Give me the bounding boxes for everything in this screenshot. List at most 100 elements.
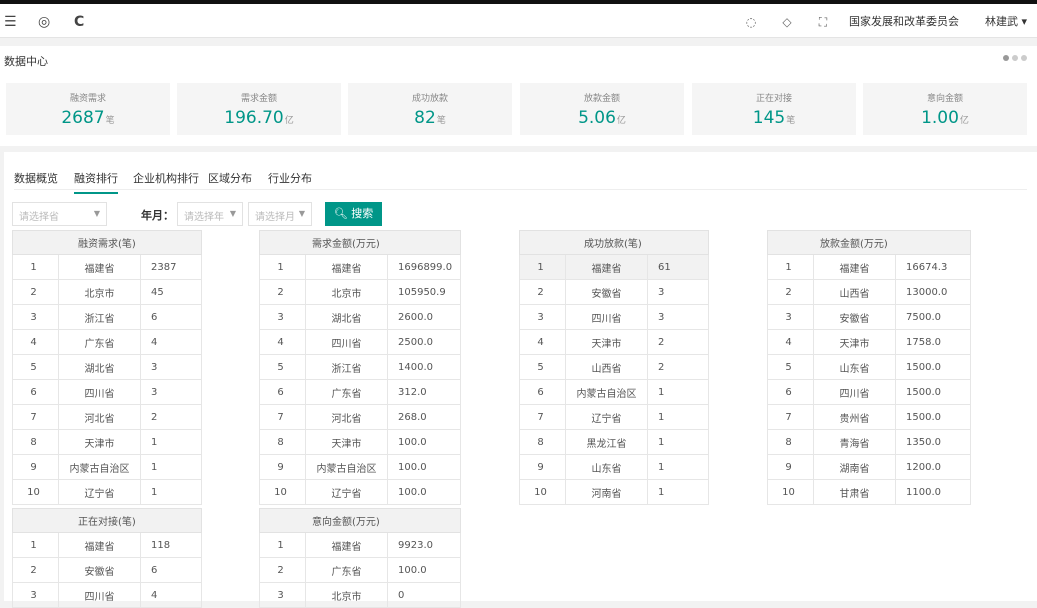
table-row[interactable]: 9 山东省 1 [519,454,709,480]
fullscreen-icon[interactable]: ⛶ [805,12,841,32]
table-row[interactable]: 1 福建省 61 [519,254,709,280]
refresh-icon[interactable]: C [74,12,84,32]
table-row[interactable]: 8 青海省 1350.0 [767,429,971,455]
table-row[interactable]: 3 湖北省 2600.0 [259,304,461,330]
table-row[interactable]: 7 辽宁省 1 [519,404,709,430]
region-cell: 广东省 [305,379,388,405]
region-cell: 内蒙古自治区 [58,454,141,480]
rank-cell: 4 [12,329,59,355]
table-row[interactable]: 6 四川省 1500.0 [767,379,971,405]
table-row[interactable]: 5 湖北省 3 [12,354,202,380]
table-header: 成功放款(笔) [519,230,709,255]
table-row[interactable]: 5 山西省 2 [519,354,709,380]
value-cell: 1 [647,454,709,480]
tag-icon[interactable]: ◇ [769,12,805,32]
table-row[interactable]: 10 甘肃省 1100.0 [767,479,971,505]
region-cell: 福建省 [58,254,141,280]
value-cell: 2 [647,354,709,380]
table-row[interactable]: 1 福建省 118 [12,532,202,558]
region-cell: 北京市 [305,279,388,305]
value-cell: 1 [140,479,202,505]
tab-enterprise-ranking[interactable]: 企业机构排行 [133,170,199,192]
region-cell: 黑龙江省 [565,429,648,455]
user-menu[interactable]: 林建武 ▾ [985,12,1027,32]
table-row[interactable]: 7 贵州省 1500.0 [767,404,971,430]
table-row[interactable]: 7 河北省 268.0 [259,404,461,430]
tab-financing-ranking[interactable]: 融资排行 [74,170,118,194]
table-row[interactable]: 8 黑龙江省 1 [519,429,709,455]
table-row[interactable]: 4 天津市 1758.0 [767,329,971,355]
table-row[interactable]: 6 内蒙古自治区 1 [519,379,709,405]
table-row[interactable]: 3 浙江省 6 [12,304,202,330]
search-button[interactable]: 🔍︎ 搜索 [325,202,382,226]
region-cell: 安徽省 [58,557,141,583]
value-cell: 1350.0 [895,429,971,455]
table-row[interactable]: 7 河北省 2 [12,404,202,430]
globe-icon[interactable]: ◎ [38,12,50,32]
region-cell: 福建省 [305,532,388,558]
region-cell: 河南省 [565,479,648,505]
region-cell: 安徽省 [565,279,648,305]
table-body: 1 福建省 16674.3 2 山西省 13000.0 3 安徽省 7500.0 4 天津市 1758… [767,254,971,505]
table-row[interactable]: 3 四川省 4 [12,582,202,608]
region-cell: 四川省 [813,379,896,405]
stat-card: 正在对接 145笔 [692,83,856,135]
table-body: 1 福建省 1696899.0 2 北京市 105950.9 3 湖北省 2600.0 4 四川省 2… [259,254,461,505]
table-row[interactable]: 3 北京市 0 [259,582,461,608]
table-row[interactable]: 10 河南省 1 [519,479,709,505]
menu-icon[interactable]: ☰ [4,12,17,32]
table-row[interactable]: 2 广东省 100.0 [259,557,461,583]
table-row[interactable]: 9 内蒙古自治区 100.0 [259,454,461,480]
stat-card: 需求金额 196.70亿 [177,83,341,135]
organization-name[interactable]: 国家发展和改革委员会 [849,12,959,32]
table-row[interactable]: 1 福建省 16674.3 [767,254,971,280]
tab-region[interactable]: 区域分布 [208,170,252,192]
region-cell: 广东省 [305,557,388,583]
table-row[interactable]: 10 辽宁省 100.0 [259,479,461,505]
year-select[interactable]: 请选择年 ▼ [177,202,243,226]
table-row[interactable]: 5 山东省 1500.0 [767,354,971,380]
table-row[interactable]: 2 北京市 45 [12,279,202,305]
table-row[interactable]: 9 内蒙古自治区 1 [12,454,202,480]
table-row[interactable]: 1 福建省 1696899.0 [259,254,461,280]
table-row[interactable]: 10 辽宁省 1 [12,479,202,505]
stat-label: 意向金额 [926,94,963,104]
rank-cell: 1 [12,254,59,280]
table-row[interactable]: 4 四川省 2500.0 [259,329,461,355]
table-body: 1 福建省 9923.0 2 广东省 100.0 3 北京市 0 [259,532,461,608]
table-row[interactable]: 5 浙江省 1400.0 [259,354,461,380]
table-row[interactable]: 3 安徽省 7500.0 [767,304,971,330]
value-cell: 2 [647,329,709,355]
region-cell: 湖北省 [58,354,141,380]
table-row[interactable]: 6 广东省 312.0 [259,379,461,405]
rank-cell: 2 [12,279,59,305]
value-cell: 4 [140,582,202,608]
value-cell: 100.0 [387,454,461,480]
table-row[interactable]: 3 四川省 3 [519,304,709,330]
tab-overview[interactable]: 数据概览 [14,170,58,192]
palette-icon[interactable]: ◌ [733,12,769,32]
table-row[interactable]: 2 山西省 13000.0 [767,279,971,305]
table-row[interactable]: 8 天津市 1 [12,429,202,455]
month-select[interactable]: 请选择月 ▼ [248,202,312,226]
page-title[interactable]: 数据中心 [4,53,48,69]
table-row[interactable]: 8 天津市 100.0 [259,429,461,455]
table-row[interactable]: 9 湖南省 1200.0 [767,454,971,480]
rank-cell: 8 [12,429,59,455]
region-cell: 四川省 [565,304,648,330]
province-select[interactable]: 请选择省 ▼ [12,202,107,226]
table-row[interactable]: 4 广东省 4 [12,329,202,355]
tab-industry[interactable]: 行业分布 [268,170,312,192]
table-row[interactable]: 4 天津市 2 [519,329,709,355]
region-cell: 安徽省 [813,304,896,330]
table-row[interactable]: 1 福建省 2387 [12,254,202,280]
pager-dots[interactable] [1003,55,1027,61]
table-row[interactable]: 6 四川省 3 [12,379,202,405]
rank-cell: 4 [767,329,814,355]
rank-cell: 10 [12,479,59,505]
value-cell: 100.0 [387,479,461,505]
table-row[interactable]: 2 北京市 105950.9 [259,279,461,305]
table-row[interactable]: 1 福建省 9923.0 [259,532,461,558]
table-row[interactable]: 2 安徽省 6 [12,557,202,583]
table-row[interactable]: 2 安徽省 3 [519,279,709,305]
